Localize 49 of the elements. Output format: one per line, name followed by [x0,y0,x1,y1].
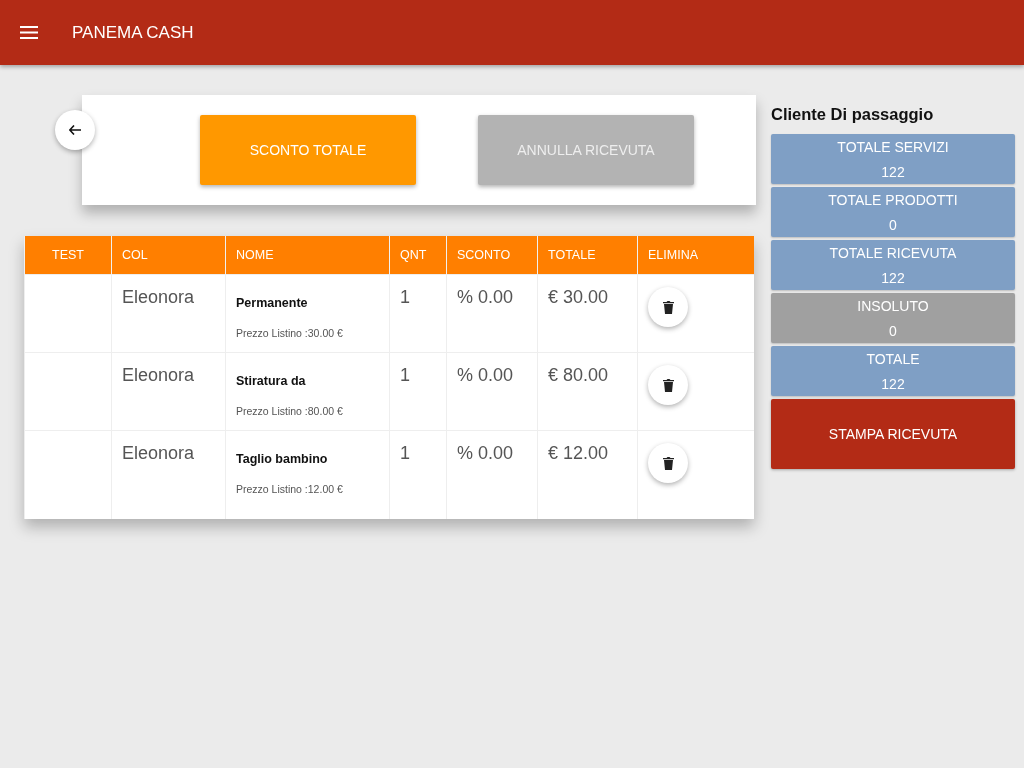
print-receipt-button[interactable]: STAMPA RICEVUTA [771,399,1015,469]
quantity: 1 [400,365,411,386]
row-total: € 80.00 [548,365,610,386]
service-name: Taglio bambino [236,452,329,466]
row-total: € 30.00 [548,287,610,308]
discount: % 0.00 [457,287,515,308]
trash-icon [662,300,674,314]
trash-icon [662,378,674,392]
back-arrow-icon [69,125,81,135]
tile-label: TOTALE RICEVUTA [829,244,957,261]
tile-label: TOTALE [866,350,920,367]
row-total: € 12.00 [548,443,610,464]
delete-button[interactable] [648,443,688,483]
column-header: SCONTO [446,236,538,275]
service-name: Stiratura da [236,374,307,388]
menu-button[interactable] [20,26,38,39]
list-price: Prezzo Listino :80.00 € [236,405,344,417]
app-title: PANEMA CASH [72,22,194,43]
column-header: COL [111,236,226,275]
tile-label: TOTALE SERVIZI [837,138,949,155]
client-name: Cliente Di passaggio [771,105,935,124]
column-header: TEST [24,236,112,275]
discount: % 0.00 [457,443,515,464]
list-price: Prezzo Listino :12.00 € [236,483,344,495]
discount: % 0.00 [457,365,515,386]
service-name: Permanente [236,296,309,310]
trash-icon [662,456,674,470]
operator-name: Eleonora [122,443,196,464]
action-button[interactable]: SCONTO TOTALE [200,115,416,185]
column-header: QNT [389,236,447,275]
menu-icon [20,26,38,39]
quantity: 1 [400,287,411,308]
operator-name: Eleonora [122,287,196,308]
tile-value: 0 [889,216,897,233]
list-price: Prezzo Listino :30.00 € [236,327,344,339]
column-header: TOTALE [537,236,638,275]
delete-button[interactable] [648,287,688,327]
back-button[interactable] [55,110,95,150]
column-header: NOME [225,236,390,275]
tile-label: INSOLUTO [857,297,929,314]
tile-label: TOTALE PRODOTTI [828,191,958,208]
tile-value: 122 [881,375,905,392]
tile-value: 0 [889,322,897,339]
tile-value: 122 [881,163,905,180]
delete-button[interactable] [648,365,688,405]
tile-value: 122 [881,269,905,286]
operator-name: Eleonora [122,365,196,386]
column-header: ELIMINA [637,236,754,275]
quantity: 1 [400,443,411,464]
